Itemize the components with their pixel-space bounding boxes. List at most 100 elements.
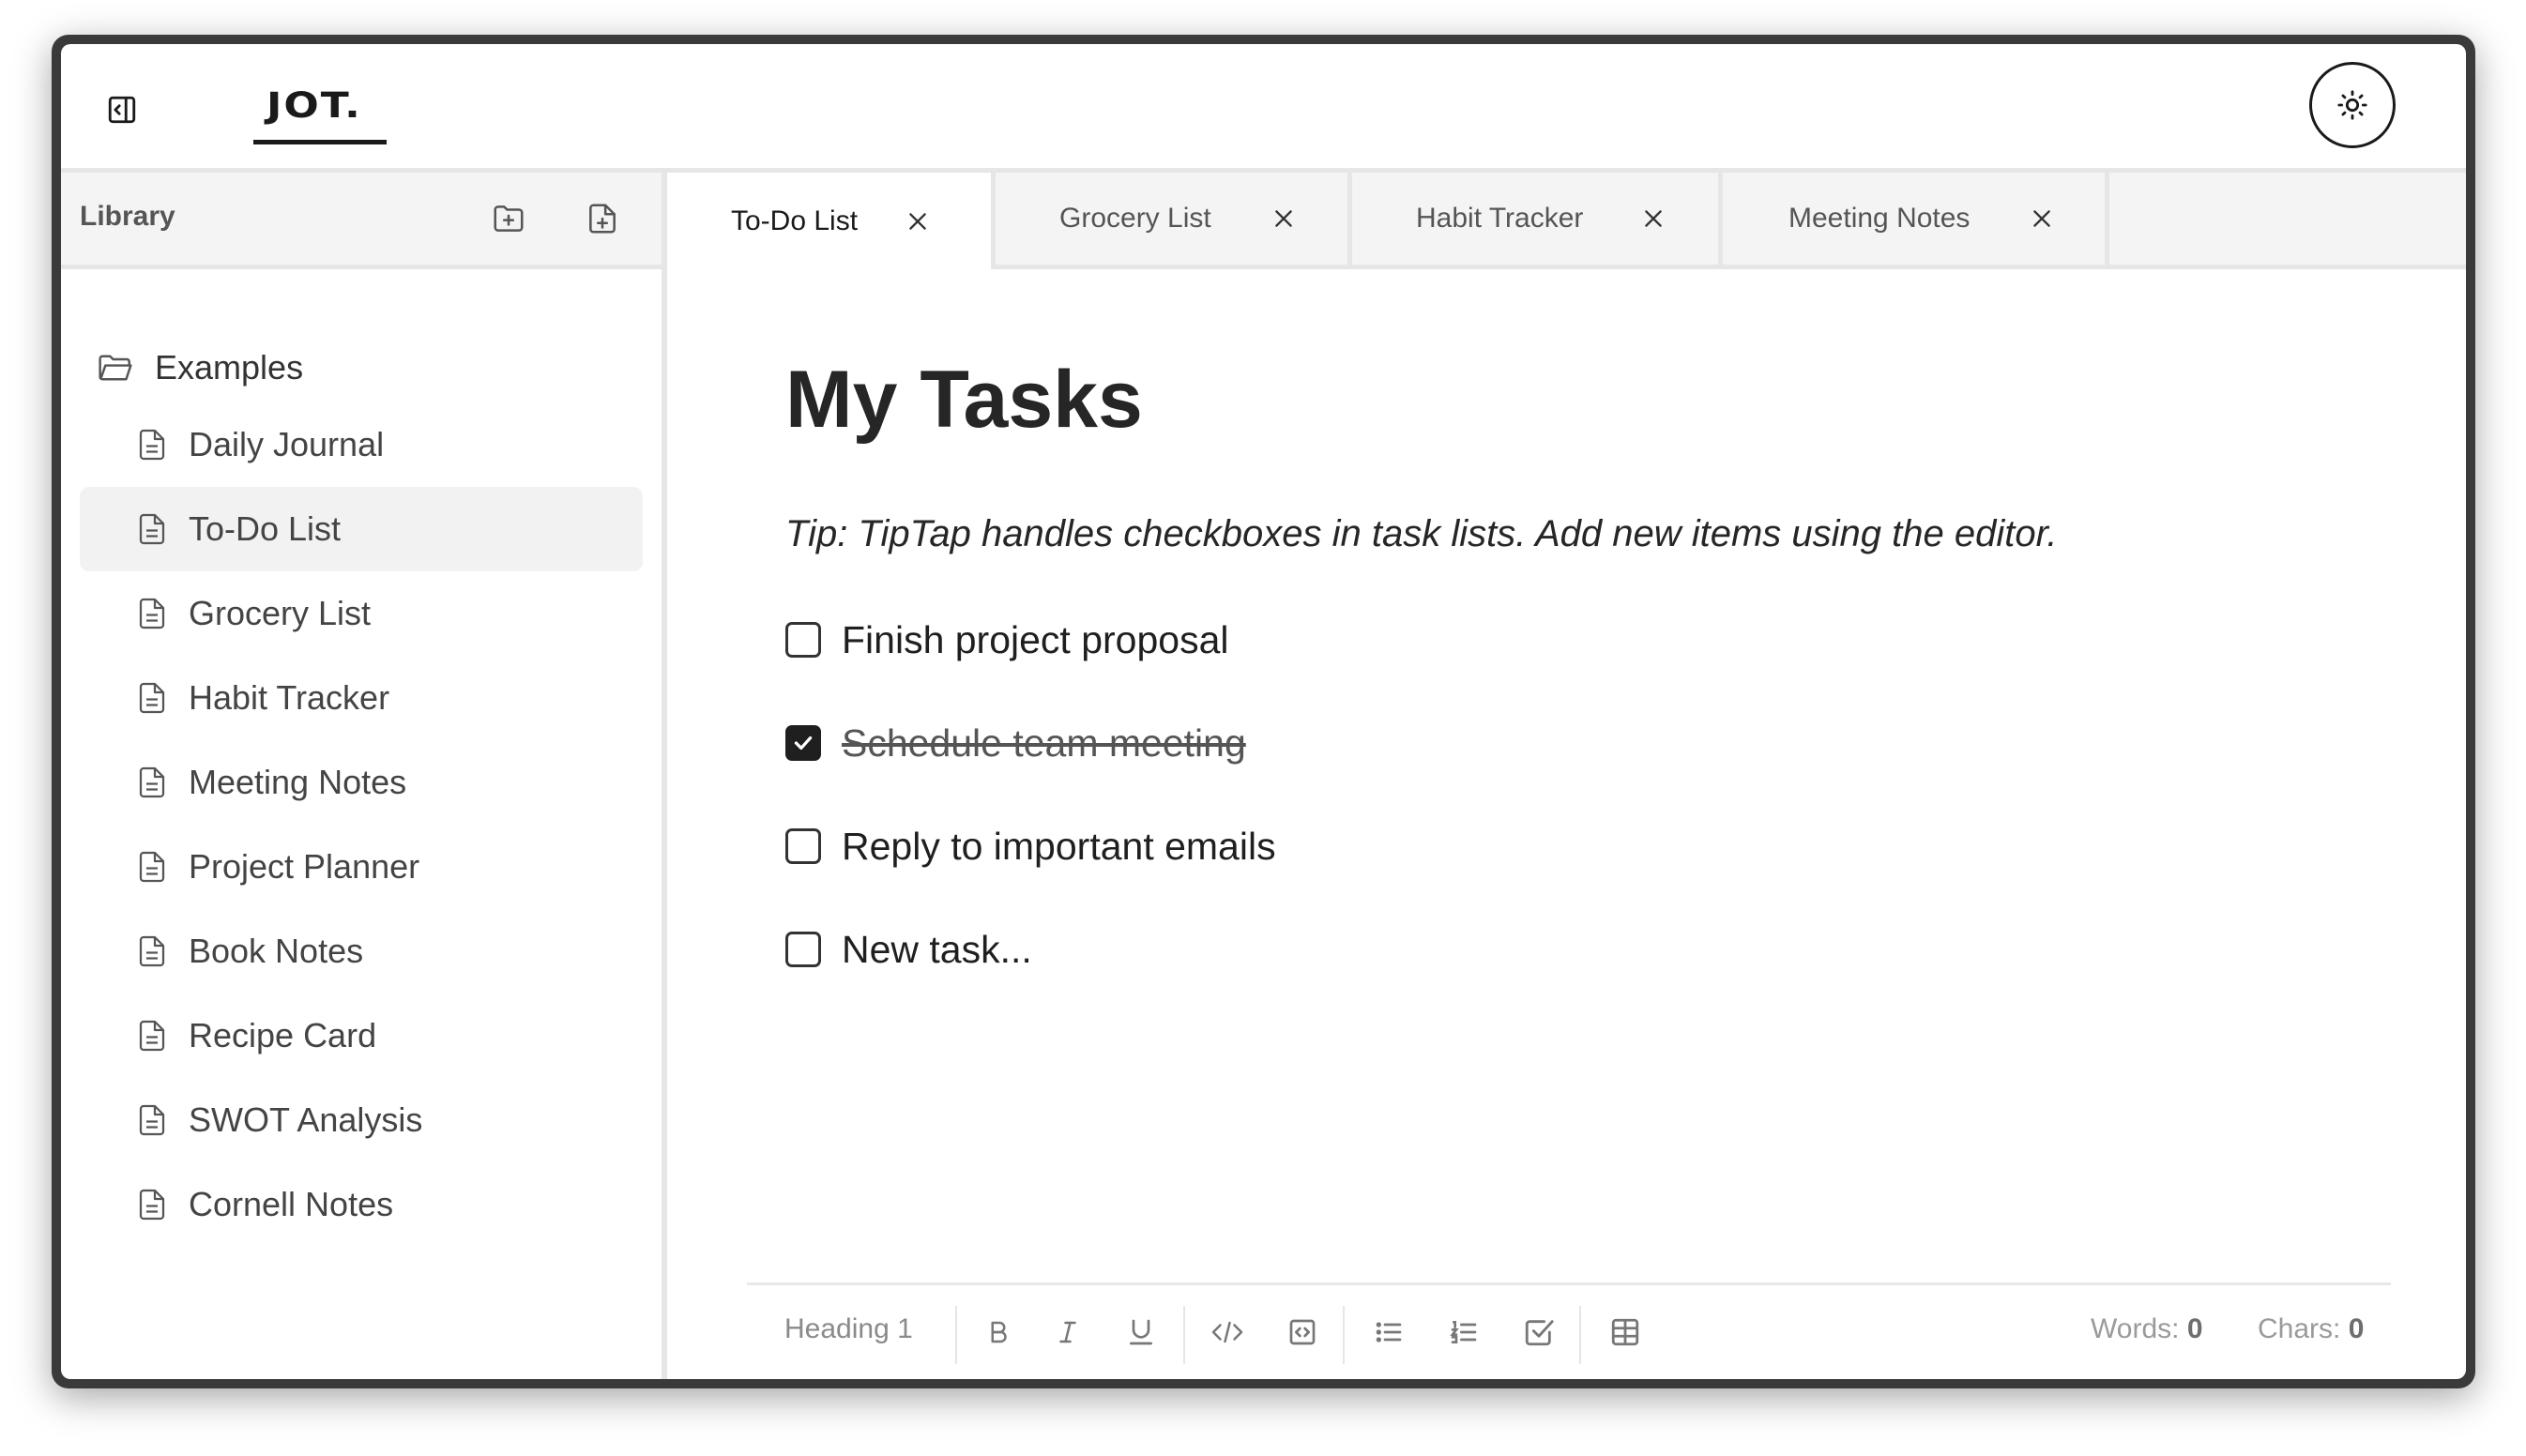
code-block-button[interactable] bbox=[1284, 1313, 1321, 1351]
code-button[interactable] bbox=[1209, 1313, 1246, 1351]
tab-meeting-notes[interactable]: Meeting Notes bbox=[1723, 173, 2109, 265]
task-item: Schedule team meeting bbox=[785, 691, 1276, 795]
tab-label: Meeting Notes bbox=[1788, 203, 1971, 234]
tab-label: Grocery List bbox=[1059, 203, 1211, 234]
underline-icon bbox=[1130, 1319, 1152, 1345]
file-icon bbox=[139, 851, 165, 883]
task-text[interactable]: New task... bbox=[842, 928, 1032, 972]
top-bar: JOT. bbox=[61, 44, 2466, 173]
file-label: Meeting Notes bbox=[189, 763, 407, 801]
task-checkbox[interactable] bbox=[785, 932, 821, 967]
checkmark-icon bbox=[794, 736, 813, 751]
file-item-recipe-card[interactable]: Recipe Card bbox=[80, 993, 643, 1078]
toolbar-divider bbox=[1579, 1306, 1581, 1364]
file-item-to-do-list[interactable]: To-Do List bbox=[80, 487, 643, 571]
close-icon[interactable] bbox=[904, 207, 932, 235]
logo[interactable]: JOT. bbox=[253, 82, 387, 144]
task-text[interactable]: Finish project proposal bbox=[842, 618, 1228, 662]
code-block-icon bbox=[1289, 1319, 1316, 1345]
char-count: Chars: 0 bbox=[2258, 1313, 2364, 1345]
tab-label: Habit Tracker bbox=[1416, 203, 1584, 234]
task-list: Finish project proposal Schedule team me… bbox=[785, 588, 1276, 1001]
file-label: Cornell Notes bbox=[189, 1185, 394, 1223]
file-item-meeting-notes[interactable]: Meeting Notes bbox=[80, 740, 643, 825]
task-checkbox[interactable] bbox=[785, 725, 821, 761]
folder-plus-icon bbox=[494, 205, 524, 232]
word-count-value: 0 bbox=[2186, 1313, 2203, 1344]
file-icon bbox=[139, 429, 165, 461]
file-icon bbox=[139, 935, 165, 967]
sidebar-header: Library bbox=[61, 173, 662, 269]
tab-to-do-list[interactable]: To-Do List bbox=[667, 173, 996, 269]
checkbox-icon bbox=[1525, 1320, 1554, 1346]
file-label: Daily Journal bbox=[189, 425, 385, 463]
close-icon[interactable] bbox=[2028, 205, 2056, 233]
tab-label: To-Do List bbox=[731, 205, 859, 236]
file-plus-icon bbox=[589, 204, 616, 234]
task-item: New task... bbox=[785, 898, 1276, 1001]
new-folder-button[interactable] bbox=[488, 198, 529, 239]
app-window-frame: JOT. Library Examples Daily Journal To-D… bbox=[52, 35, 2475, 1388]
task-list-button[interactable] bbox=[1520, 1313, 1558, 1351]
file-item-habit-tracker[interactable]: Habit Tracker bbox=[80, 656, 643, 740]
task-checkbox[interactable] bbox=[785, 622, 821, 658]
sidebar-collapse-icon[interactable] bbox=[103, 91, 141, 129]
formatting-toolbar: Heading 1 Words: 0 Chars: 0 bbox=[747, 1282, 2391, 1379]
char-count-value: 0 bbox=[2348, 1313, 2365, 1344]
bullet-list-icon bbox=[1376, 1322, 1402, 1342]
editor[interactable]: My Tasks Tip: TipTap handles checkboxes … bbox=[667, 269, 2466, 1379]
underline-button[interactable] bbox=[1122, 1313, 1160, 1351]
ordered-list-button[interactable] bbox=[1445, 1313, 1483, 1351]
file-icon bbox=[139, 1189, 165, 1221]
file-label: Grocery List bbox=[189, 594, 372, 632]
file-item-cornell-notes[interactable]: Cornell Notes bbox=[80, 1162, 643, 1247]
file-icon bbox=[139, 682, 165, 714]
sidebar: Library Examples Daily Journal To-Do Lis… bbox=[61, 173, 667, 1379]
file-item-daily-journal[interactable]: Daily Journal bbox=[80, 402, 643, 487]
task-text[interactable]: Reply to important emails bbox=[842, 825, 1276, 869]
file-item-book-notes[interactable]: Book Notes bbox=[80, 909, 643, 993]
bullet-list-button[interactable] bbox=[1370, 1313, 1408, 1351]
toolbar-divider bbox=[955, 1306, 957, 1364]
file-label: To-Do List bbox=[189, 509, 342, 548]
document-title[interactable]: My Tasks bbox=[785, 354, 1143, 447]
italic-button[interactable] bbox=[1049, 1313, 1087, 1351]
file-item-grocery-list[interactable]: Grocery List bbox=[80, 571, 643, 656]
toolbar-divider bbox=[1343, 1306, 1345, 1364]
task-item: Finish project proposal bbox=[785, 588, 1276, 691]
file-label: Book Notes bbox=[189, 932, 364, 970]
bold-icon bbox=[991, 1321, 1007, 1343]
ordered-list-icon bbox=[1450, 1321, 1477, 1343]
word-count: Words: 0 bbox=[2091, 1313, 2203, 1345]
italic-icon bbox=[1059, 1321, 1076, 1343]
task-text[interactable]: Schedule team meeting bbox=[842, 721, 1246, 766]
app-window: JOT. Library Examples Daily Journal To-D… bbox=[61, 44, 2466, 1379]
bold-button[interactable] bbox=[980, 1313, 1017, 1351]
file-icon bbox=[139, 598, 165, 629]
heading-select[interactable]: Heading 1 bbox=[784, 1313, 913, 1345]
logo-text: JOT. bbox=[266, 84, 362, 127]
file-item-project-planner[interactable]: Project Planner bbox=[80, 825, 643, 909]
tab-habit-tracker[interactable]: Habit Tracker bbox=[1352, 173, 1723, 265]
theme-toggle-button[interactable] bbox=[2309, 62, 2396, 148]
file-icon bbox=[139, 766, 165, 798]
task-item: Reply to important emails bbox=[785, 795, 1276, 898]
library-title: Library bbox=[80, 201, 175, 232]
new-file-button[interactable] bbox=[582, 198, 623, 239]
file-icon bbox=[139, 513, 165, 545]
table-button[interactable] bbox=[1606, 1313, 1644, 1351]
file-label: Habit Tracker bbox=[189, 678, 390, 717]
close-icon[interactable] bbox=[1270, 205, 1298, 233]
folder-examples[interactable]: Examples bbox=[97, 344, 303, 391]
file-icon bbox=[139, 1104, 165, 1136]
code-icon bbox=[1211, 1321, 1243, 1343]
tab-grocery-list[interactable]: Grocery List bbox=[996, 173, 1352, 265]
file-label: SWOT Analysis bbox=[189, 1100, 423, 1139]
document-tip[interactable]: Tip: TipTap handles checkboxes in task l… bbox=[785, 513, 2058, 555]
file-label: Recipe Card bbox=[189, 1016, 377, 1054]
close-icon[interactable] bbox=[1639, 205, 1667, 233]
folder-open-icon bbox=[99, 355, 132, 381]
file-list: Daily Journal To-Do List Grocery List Ha… bbox=[80, 402, 643, 1247]
task-checkbox[interactable] bbox=[785, 828, 821, 864]
file-item-swot-analysis[interactable]: SWOT Analysis bbox=[80, 1078, 643, 1162]
